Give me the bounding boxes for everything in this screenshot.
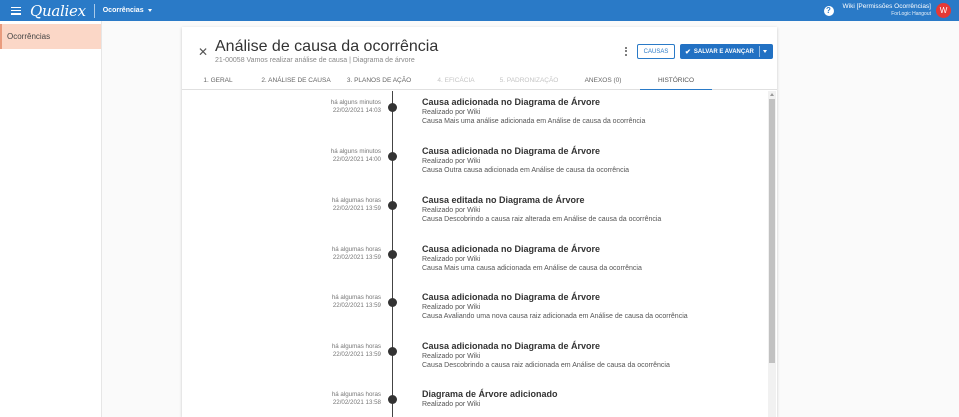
help-icon[interactable]: ? <box>823 5 834 16</box>
entry-time: há algumas horas 22/02/2021 13:59 <box>332 246 381 262</box>
scroll-up-icon[interactable] <box>770 93 774 96</box>
save-and-advance-button[interactable]: ✔ SALVAR E AVANÇAR <box>680 44 773 59</box>
user-area: ? Wiki [Permissões Ocorrências] ForLogic… <box>823 0 951 21</box>
timeline-dot <box>388 298 397 307</box>
entry-datetime: 22/02/2021 13:58 <box>332 399 381 407</box>
more-options-icon[interactable] <box>625 47 627 56</box>
entry-datetime: 22/02/2021 13:59 <box>332 351 381 359</box>
timeline-dot <box>388 152 397 161</box>
logo-divider <box>93 3 95 18</box>
entry-relative-time: há alguns minutos <box>330 148 381 155</box>
entry-title: Causa adicionada no Diagrama de Árvore <box>422 146 601 156</box>
entry-author: Realizado por Wiki <box>422 256 481 263</box>
entry-relative-time: há alguns minutos <box>330 99 381 106</box>
sidebar-item-ocorrencias[interactable]: Ocorrências <box>0 24 101 49</box>
timeline-entry: há algumas horas 22/02/2021 13:59 Causa a… <box>182 341 762 389</box>
timeline-dot <box>388 201 397 210</box>
entry-description: Causa Outra causa adicionada em Análise … <box>422 167 630 174</box>
entry-relative-time: há algumas horas <box>331 343 381 350</box>
menu-icon[interactable] <box>11 6 21 15</box>
timeline-dot <box>388 347 397 356</box>
timeline-entry: há alguns minutos 22/02/2021 14:00 Causa … <box>182 146 762 194</box>
app-logo[interactable]: Qualiex <box>30 2 86 20</box>
entry-author: Realizado por Wiki <box>422 207 481 214</box>
entry-time: há algumas horas 22/02/2021 13:58 <box>332 391 381 407</box>
timeline-entry: há algumas horas 22/02/2021 13:59 Causa a… <box>182 292 762 340</box>
entry-author: Realizado por Wiki <box>422 401 481 408</box>
entry-datetime: 22/02/2021 13:59 <box>332 254 381 262</box>
entry-title: Diagrama de Árvore adicionado <box>422 389 558 399</box>
module-selector[interactable]: Ocorrências <box>103 7 152 14</box>
entry-title: Causa adicionada no Diagrama de Árvore <box>422 97 601 107</box>
timeline-entry: há algumas horas 22/02/2021 13:58 Diagram… <box>182 389 762 417</box>
tab-planos-de-acao[interactable]: 3. PLANOS DE AÇÃO <box>338 71 420 90</box>
tab-bar: 1. GERAL 2. ANÁLISE DE CAUSA 3. PLANOS D… <box>182 71 777 90</box>
entry-author: Realizado por Wiki <box>422 109 481 116</box>
entry-datetime: 22/02/2021 13:59 <box>332 205 381 213</box>
entry-title: Causa adicionada no Diagrama de Árvore <box>422 244 601 254</box>
entry-relative-time: há algumas horas <box>331 246 381 253</box>
entry-title: Causa editada no Diagrama de Árvore <box>422 195 585 205</box>
scrollbar-thumb[interactable] <box>769 99 775 363</box>
entry-description: Causa Descobrindo a causa raiz alterada … <box>422 216 662 223</box>
entry-relative-time: há algumas horas <box>331 294 381 301</box>
entry-description: Causa Avaliando uma nova causa raiz adic… <box>422 313 688 320</box>
entry-datetime: 22/02/2021 13:59 <box>332 302 381 310</box>
entry-title: Causa adicionada no Diagrama de Árvore <box>422 292 601 302</box>
entry-datetime: 22/02/2021 14:00 <box>332 156 381 164</box>
user-info[interactable]: Wiki [Permissões Ocorrências] ForLogic H… <box>843 4 932 17</box>
timeline-entry: há alguns minutos 22/02/2021 14:03 Causa … <box>182 97 762 145</box>
close-icon[interactable]: ✕ <box>198 46 208 58</box>
entry-time: há alguns minutos 22/02/2021 14:00 <box>331 148 381 164</box>
top-bar: Qualiex Ocorrências ? Wiki [Permissões O… <box>0 0 959 21</box>
entry-time: há algumas horas 22/02/2021 13:59 <box>332 294 381 310</box>
entry-datetime: 22/02/2021 14:03 <box>332 107 381 115</box>
module-label: Ocorrências <box>102 7 144 14</box>
vertical-scrollbar[interactable] <box>768 91 776 417</box>
main-card: ✕ Análise de causa da ocorrência 21-0005… <box>182 27 777 417</box>
entry-relative-time: há algumas horas <box>331 197 381 204</box>
tab-historico[interactable]: HISTÓRICO <box>640 71 712 90</box>
split-divider <box>759 46 760 57</box>
history-timeline: há alguns minutos 22/02/2021 14:03 Causa … <box>182 91 777 417</box>
user-org: ForLogic Hangout <box>891 10 931 17</box>
page-subtitle: 21-00058 Vamos realizar análise de causa… <box>215 57 415 64</box>
tab-eficacia: 4. EFICÁCIA <box>437 77 475 84</box>
timeline-dot <box>388 250 397 259</box>
tab-geral[interactable]: 1. GERAL <box>182 71 254 90</box>
tab-anexos[interactable]: ANEXOS (0) <box>566 71 640 90</box>
timeline-dot <box>388 395 397 404</box>
causas-button[interactable]: CAUSAS <box>637 44 675 59</box>
entry-time: há algumas horas 22/02/2021 13:59 <box>332 197 381 213</box>
chevron-down-icon <box>147 9 152 12</box>
entry-time: há algumas horas 22/02/2021 13:59 <box>332 343 381 359</box>
entry-author: Realizado por Wiki <box>422 353 481 360</box>
tab-padronizacao: 5. PADRONIZAÇÃO <box>499 77 559 84</box>
page-title: Análise de causa da ocorrência <box>215 38 439 55</box>
entry-author: Realizado por Wiki <box>422 304 481 311</box>
entry-description: Causa Mais uma causa adicionada em Análi… <box>422 265 642 272</box>
tab-analise-de-causa[interactable]: 2. ANÁLISE DE CAUSA <box>254 71 338 90</box>
timeline-entry: há algumas horas 22/02/2021 13:59 Causa a… <box>182 244 762 292</box>
chevron-down-icon[interactable] <box>763 50 767 53</box>
user-name: Wiki [Permissões Ocorrências] <box>842 3 932 11</box>
entry-relative-time: há algumas horas <box>331 391 381 398</box>
entry-title: Causa adicionada no Diagrama de Árvore <box>422 341 601 351</box>
timeline-entry: há algumas horas 22/02/2021 13:59 Causa e… <box>182 195 762 243</box>
check-icon: ✔ <box>685 48 691 56</box>
entry-author: Realizado por Wiki <box>422 158 481 165</box>
avatar[interactable]: W <box>936 3 951 18</box>
timeline-dot <box>388 103 397 112</box>
save-label: SALVAR E AVANÇAR <box>693 48 754 55</box>
entry-time: há alguns minutos 22/02/2021 14:03 <box>331 99 381 115</box>
sidebar: Ocorrências <box>0 21 102 417</box>
entry-description: Causa Descobrindo a causa raiz adicionad… <box>422 362 670 369</box>
entry-description: Causa Mais uma análise adicionada em Aná… <box>422 118 646 125</box>
